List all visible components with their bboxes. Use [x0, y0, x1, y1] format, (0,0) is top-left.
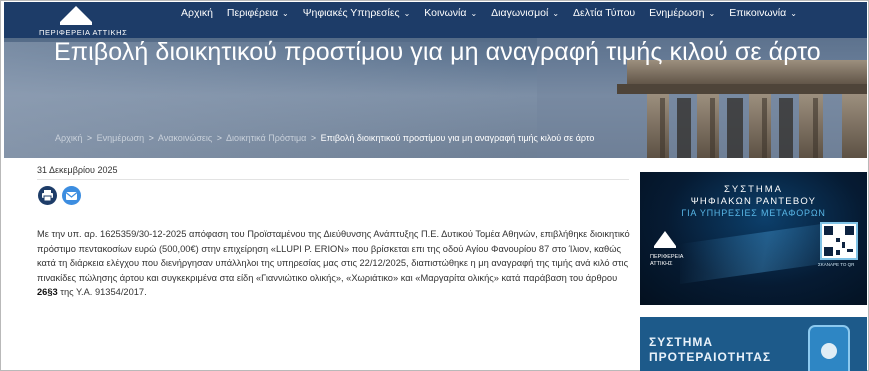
email-button[interactable] [62, 186, 81, 205]
qr-code-icon [820, 222, 858, 260]
banner-line: ΣΥΣΤΗΜΑ [649, 335, 714, 349]
banner-line: ΓΙΑ ΥΠΗΡΕΣΙΕΣ ΜΕΤΑΦΟΡΩΝ [681, 208, 826, 218]
banner-line: ΠΡΟΤΕΡΑΙΟΤΗΤΑΣ [649, 350, 772, 364]
nav-label: Επικοινωνία [729, 7, 787, 19]
banner-scan-label: ΣΚΑΝΑΡΕ ΤΟ QR [818, 262, 855, 267]
logo-mark-icon [654, 231, 676, 248]
priority-system-banner[interactable]: ΣΥΣΤΗΜΑ ΠΡΟΤΕΡΑΙΟΤΗΤΑΣ [640, 317, 867, 371]
banner-line: ΣΥΣΤΗΜΑ [724, 184, 783, 195]
chevron-down-icon: ⌄ [708, 8, 716, 18]
breadcrumb-current: Επιβολή διοικητικού προστίμου για μη ανα… [320, 133, 595, 143]
breadcrumb-separator: > [310, 133, 317, 143]
site-logo[interactable]: ΠΕΡΙΦΕΡΕΙΑ ΑΤΤΙΚΗΣ [34, 4, 144, 38]
logo-mark-icon [60, 6, 92, 25]
breadcrumb-separator: > [216, 133, 223, 143]
breadcrumb-home[interactable]: Αρχική [55, 133, 82, 143]
article-text: Με την υπ. αρ. 1625359/30-12-2025 απόφασ… [37, 229, 630, 283]
nav-label: Δελτία Τύπου [573, 7, 636, 19]
chevron-down-icon: ⌄ [470, 8, 478, 18]
nav-item-society[interactable]: Κοινωνία ⌄ [417, 7, 484, 19]
nav-item-contact[interactable]: Επικοινωνία ⌄ [722, 7, 804, 19]
article-text: της Υ.Α. 91354/2017. [57, 287, 147, 298]
main-nav: Αρχική Περιφέρεια ⌄ Ψηφιακές Υπηρεσίες ⌄ Κ… [174, 7, 804, 19]
nav-item-digital-services[interactable]: Ψηφιακές Υπηρεσίες ⌄ [296, 7, 418, 19]
smartphone-icon [808, 325, 850, 371]
banner-line: ΨΗΦΙΑΚΩΝ ΡΑΝΤΕΒΟΥ [690, 196, 817, 207]
logo-text: ΠΕΡΙΦΕΡΕΙΑ ΑΤΤΙΚΗΣ [39, 28, 128, 37]
breadcrumb: Αρχική > Ενημέρωση > Ανακοινώσεις > Διοι… [55, 133, 594, 143]
nav-label: Αρχική [181, 7, 213, 19]
nav-item-region[interactable]: Περιφέρεια ⌄ [220, 7, 296, 19]
article-body: Με την υπ. αρ. 1625359/30-12-2025 απόφασ… [37, 227, 637, 300]
breadcrumb-separator: > [86, 133, 93, 143]
nav-label: Περιφέρεια [226, 7, 279, 19]
top-navigation-bar: ΠΕΡΙΦΕΡΕΙΑ ΑΤΤΙΚΗΣ Αρχική Περιφέρεια ⌄ Ψη… [4, 2, 867, 38]
digital-appointments-banner[interactable]: ΣΥΣΤΗΜΑ ΨΗΦΙΑΚΩΝ ΡΑΝΤΕΒΟΥ ΓΙΑ ΥΠΗΡΕΣΙΕΣ … [640, 172, 867, 305]
breadcrumb-news[interactable]: Ενημέρωση [97, 133, 144, 143]
chevron-down-icon: ⌄ [790, 8, 797, 18]
envelope-icon [65, 192, 78, 200]
nav-item-tenders[interactable]: Διαγωνισμοί ⌄ [484, 7, 566, 19]
article-text-bold: 26§3 [37, 287, 58, 298]
nav-label: Κοινωνία [424, 7, 467, 19]
chevron-down-icon: ⌄ [403, 8, 411, 18]
breadcrumb-announcements[interactable]: Ανακοινώσεις [158, 133, 212, 143]
nav-label: Ενημέρωση [649, 7, 705, 19]
breadcrumb-fines[interactable]: Διοικητικά Πρόστιμα [226, 133, 306, 143]
nav-item-home[interactable]: Αρχική [174, 7, 220, 19]
breadcrumb-separator: > [148, 133, 154, 143]
page-title: Επιβολή διοικητικού προστίμου για μη ανα… [54, 38, 821, 66]
nav-label: Ψηφιακές Υπηρεσίες [302, 7, 400, 19]
nav-label: Διαγωνισμοί [491, 7, 549, 19]
banner-org-name: ΠΕΡΙΦΕΡΕΙΑ ΑΤΤΙΚΗΣ [650, 254, 684, 267]
article-date: 31 Δεκεμβρίου 2025 [37, 165, 118, 175]
nav-item-press-releases[interactable]: Δελτία Τύπου [566, 7, 642, 19]
chevron-down-icon: ⌄ [282, 8, 289, 18]
divider [37, 179, 629, 180]
printer-icon [42, 190, 53, 202]
chevron-down-icon: ⌄ [552, 8, 560, 18]
print-button[interactable] [38, 186, 57, 205]
nav-item-news[interactable]: Ενημέρωση ⌄ [642, 7, 722, 19]
